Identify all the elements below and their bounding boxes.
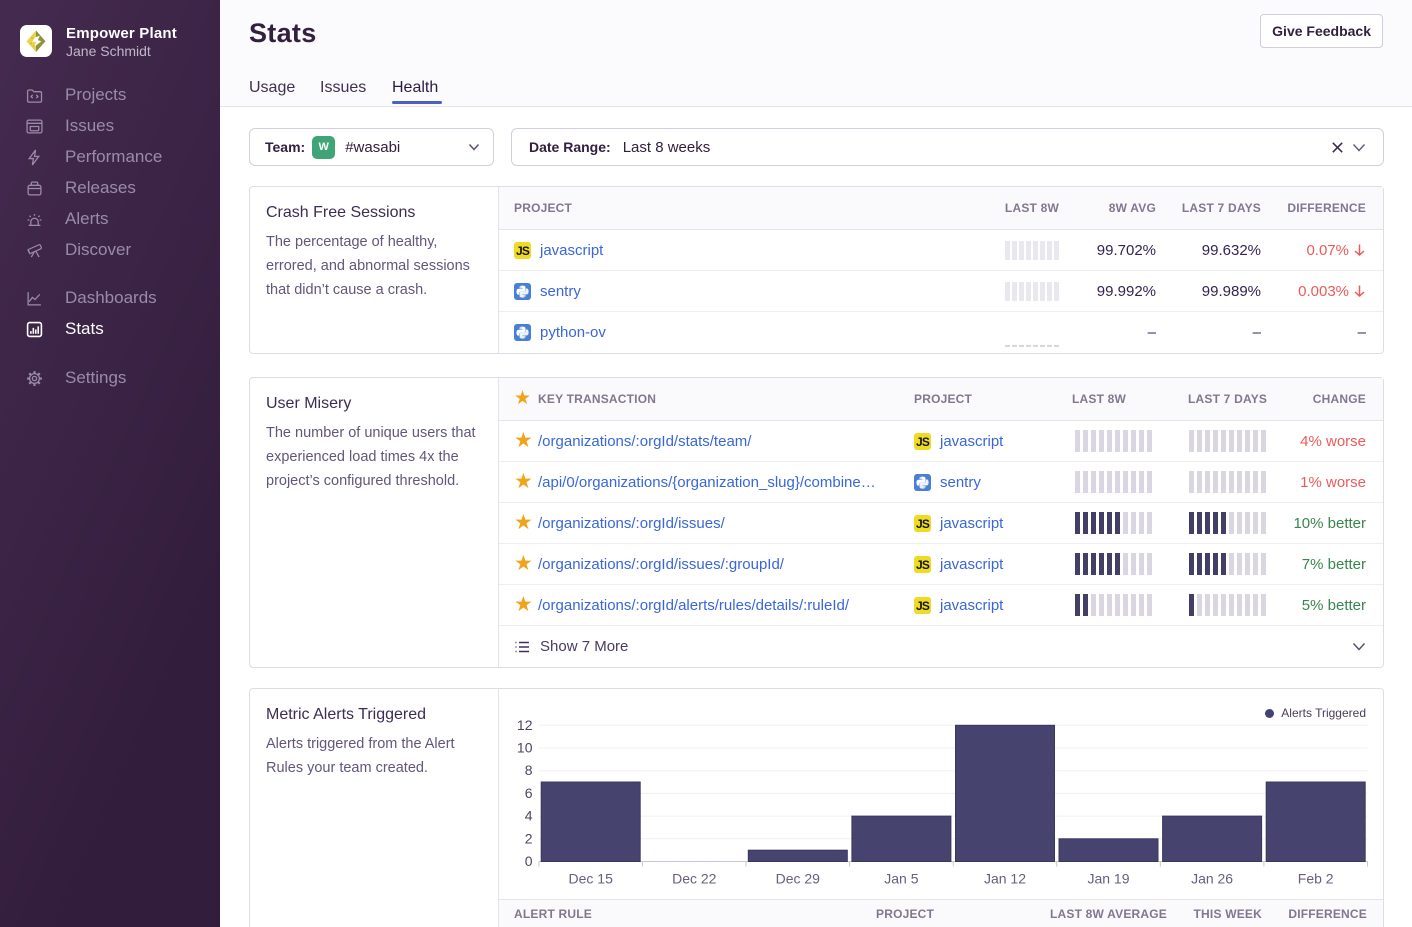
svg-text:Dec 29: Dec 29 (776, 871, 821, 887)
svg-text:Dec 15: Dec 15 (569, 871, 614, 887)
svg-text:10: 10 (517, 740, 533, 756)
svg-text:4: 4 (525, 808, 533, 824)
svg-text:Jan 19: Jan 19 (1087, 871, 1129, 887)
svg-text:8: 8 (525, 762, 533, 778)
svg-text:6: 6 (525, 785, 533, 801)
svg-text:Jan 26: Jan 26 (1191, 871, 1233, 887)
svg-text:0: 0 (525, 853, 533, 869)
svg-text:2: 2 (525, 830, 533, 846)
svg-text:Jan 5: Jan 5 (884, 871, 918, 887)
svg-text:Jan 12: Jan 12 (984, 871, 1026, 887)
svg-text:Feb 2: Feb 2 (1298, 871, 1334, 887)
svg-text:12: 12 (517, 717, 533, 733)
svg-text:Dec 22: Dec 22 (672, 871, 717, 887)
